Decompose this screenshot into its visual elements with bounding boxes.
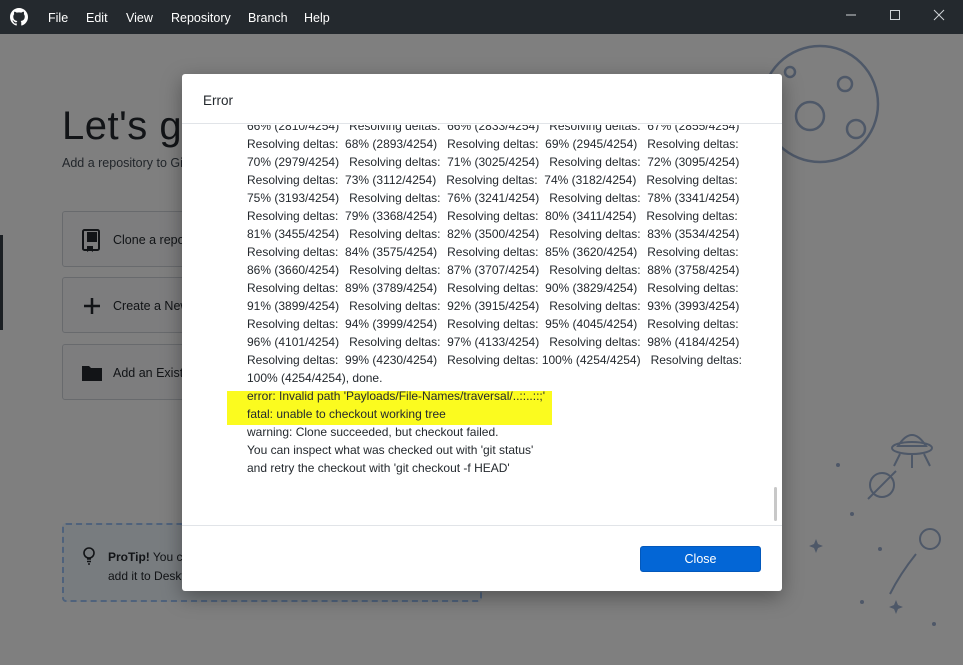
dialog-title: Error [203, 93, 233, 108]
menu-file[interactable]: File [48, 10, 68, 26]
error-dialog: Error 66% (2810/4254) Resolving deltas: … [182, 74, 782, 591]
log-line: 86% (3660/4254) Resolving deltas: 87% (3… [247, 263, 740, 277]
close-window-button[interactable] [916, 5, 962, 27]
desktop-edge [0, 235, 3, 330]
log-line: Resolving deltas: 79% (3368/4254) Resolv… [247, 209, 738, 223]
log-line: and retry the checkout with 'git checkou… [247, 461, 510, 475]
minimize-icon [846, 14, 856, 16]
log-line: Resolving deltas: 89% (3789/4254) Resolv… [247, 281, 739, 295]
maximize-icon [890, 10, 900, 20]
log-line: 96% (4101/4254) Resolving deltas: 97% (4… [247, 335, 740, 349]
menu-help[interactable]: Help [304, 10, 330, 26]
dialog-footer: Close [182, 525, 782, 591]
maximize-button[interactable] [872, 5, 918, 27]
app-window: File Edit View Repository Branch Help Le… [0, 0, 963, 665]
error-log: 66% (2810/4254) Resolving deltas: 66% (2… [247, 125, 742, 477]
log-line: You can inspect what was checked out wit… [247, 443, 534, 457]
error-line: error: Invalid path 'Payloads/File-Names… [247, 389, 546, 403]
scrollbar-thumb[interactable] [774, 487, 777, 521]
menu-edit[interactable]: Edit [86, 10, 108, 26]
title-bar: File Edit View Repository Branch Help [0, 0, 963, 34]
dialog-body[interactable]: 66% (2810/4254) Resolving deltas: 66% (2… [182, 125, 782, 525]
close-icon [933, 9, 945, 21]
scrollbar-track[interactable] [770, 125, 780, 525]
fatal-line: fatal: unable to checkout working tree [247, 407, 446, 421]
dialog-header: Error [182, 74, 782, 124]
log-line: Resolving deltas: 73% (3112/4254) Resolv… [247, 173, 738, 187]
log-line: 66% (2810/4254) Resolving deltas: 66% (2… [247, 125, 740, 133]
menu-branch[interactable]: Branch [248, 10, 288, 26]
log-line: Resolving deltas: 94% (3999/4254) Resolv… [247, 317, 739, 331]
menu-repository[interactable]: Repository [171, 10, 231, 26]
close-button[interactable]: Close [640, 546, 761, 572]
minimize-button[interactable] [828, 5, 874, 27]
log-line: Resolving deltas: 99% (4230/4254) Resolv… [247, 353, 742, 367]
log-line: 81% (3455/4254) Resolving deltas: 82% (3… [247, 227, 740, 241]
log-line: Resolving deltas: 84% (3575/4254) Resolv… [247, 245, 739, 259]
log-line: 75% (3193/4254) Resolving deltas: 76% (3… [247, 191, 740, 205]
github-logo-icon [10, 8, 28, 26]
menu-view[interactable]: View [126, 10, 153, 26]
warning-line: warning: Clone succeeded, but checkout f… [247, 425, 499, 439]
log-line: Resolving deltas: 68% (2893/4254) Resolv… [247, 137, 739, 151]
log-line: 70% (2979/4254) Resolving deltas: 71% (3… [247, 155, 740, 169]
log-line: 100% (4254/4254), done. [247, 371, 383, 385]
log-line: 91% (3899/4254) Resolving deltas: 92% (3… [247, 299, 740, 313]
